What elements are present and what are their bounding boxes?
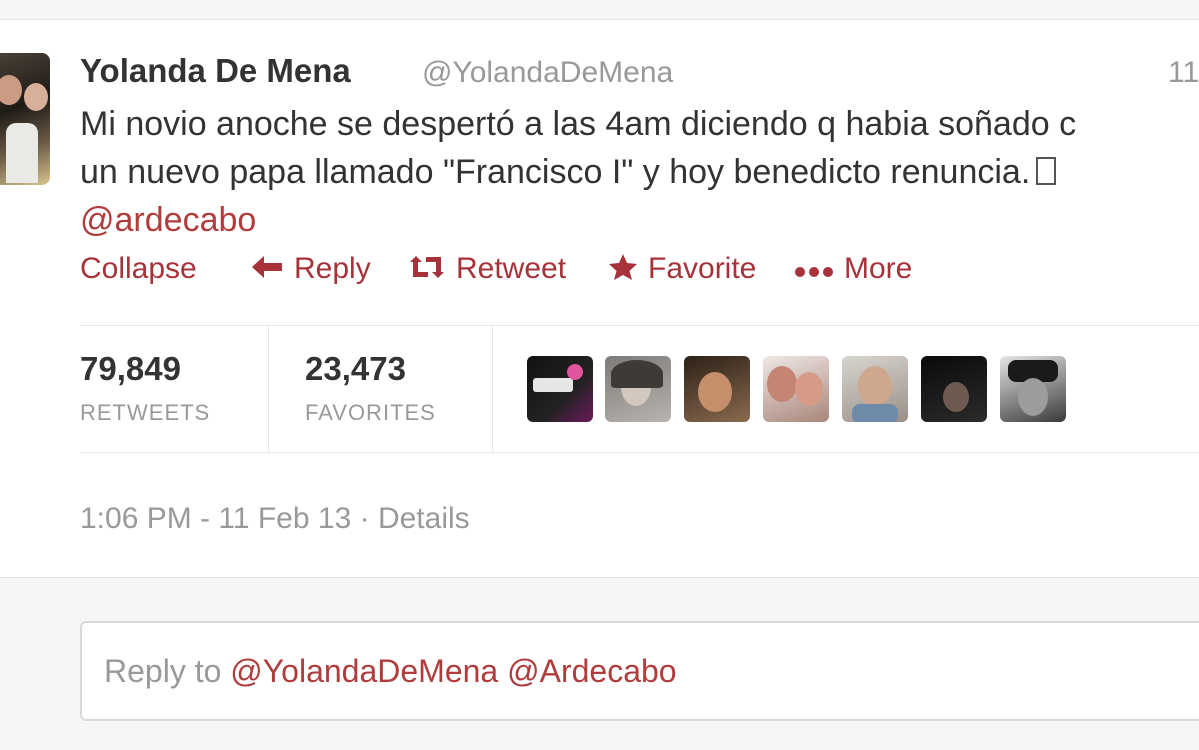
divider bbox=[80, 452, 1199, 453]
tweet-text-line-content: un nuevo papa llamado "Francisco I" y ho… bbox=[80, 153, 1031, 191]
avatar-shirt bbox=[6, 123, 38, 183]
author-handle[interactable]: @YolandaDeMena bbox=[422, 56, 673, 90]
favoriter-avatar[interactable] bbox=[921, 356, 987, 422]
favorites-count[interactable]: 23,473 bbox=[305, 350, 406, 388]
retweets-label[interactable]: RETWEETS bbox=[80, 400, 210, 426]
favoriter-avatar[interactable] bbox=[684, 356, 750, 422]
tweet-timestamp[interactable]: 11 bbox=[1168, 56, 1199, 90]
tweet-text-line: un nuevo papa llamado "Francisco I" y ho… bbox=[80, 148, 1199, 196]
collapse-label: Collapse bbox=[80, 252, 197, 285]
more-dots-icon bbox=[794, 256, 834, 282]
favorites-label[interactable]: FAVORITES bbox=[305, 400, 436, 426]
stats-separator bbox=[268, 326, 269, 452]
reply-label: Reply bbox=[294, 252, 371, 285]
tweet-mention-link[interactable]: @ardecabo bbox=[80, 196, 1199, 244]
favoriter-avatar[interactable] bbox=[527, 356, 593, 422]
retweets-count[interactable]: 79,849 bbox=[80, 350, 181, 388]
reply-arrow-icon bbox=[250, 254, 284, 284]
details-link[interactable]: Details bbox=[378, 502, 470, 535]
more-button[interactable]: More bbox=[794, 252, 912, 286]
collapse-link[interactable]: Collapse bbox=[80, 252, 197, 286]
datetime-text[interactable]: 1:06 PM - 11 Feb 13 bbox=[80, 502, 351, 535]
tweet-text-line: Mi novio anoche se despertó a las 4am di… bbox=[80, 105, 1077, 143]
tweet-page: Yolanda De Mena @YolandaDeMena 11 Mi nov… bbox=[0, 0, 1199, 750]
favoriter-avatar[interactable] bbox=[763, 356, 829, 422]
favoriter-avatar[interactable] bbox=[605, 356, 671, 422]
reply-area: Reply to @YolandaDeMena @Ardecabo bbox=[0, 577, 1199, 750]
tweet-text: Mi novio anoche se despertó a las 4am di… bbox=[80, 100, 1199, 244]
divider bbox=[80, 325, 1199, 326]
datetime-separator: · bbox=[359, 502, 370, 535]
author-avatar[interactable] bbox=[0, 53, 50, 185]
top-bar bbox=[0, 0, 1199, 20]
retweet-icon bbox=[408, 254, 446, 284]
tweet-datetime: 1:06 PM - 11 Feb 13 · Details bbox=[80, 502, 470, 536]
star-icon bbox=[608, 253, 638, 285]
reply-input[interactable]: Reply to @YolandaDeMena @Ardecabo bbox=[80, 621, 1199, 721]
favorite-label: Favorite bbox=[648, 252, 757, 285]
author-name[interactable]: Yolanda De Mena bbox=[80, 52, 351, 90]
retweet-button[interactable]: Retweet bbox=[408, 252, 566, 286]
avatar-face bbox=[24, 83, 48, 111]
stats-separator bbox=[492, 326, 493, 452]
avatar-face bbox=[0, 75, 22, 105]
reply-placeholder-prefix: Reply to bbox=[104, 653, 222, 689]
retweet-label: Retweet bbox=[456, 252, 567, 285]
reply-mention: @YolandaDeMena bbox=[230, 653, 499, 689]
reply-mention: @Ardecabo bbox=[507, 653, 677, 689]
favoriter-avatar[interactable] bbox=[842, 356, 908, 422]
favoriter-avatar[interactable] bbox=[1000, 356, 1066, 422]
missing-emoji-icon bbox=[1036, 157, 1057, 185]
reply-button[interactable]: Reply bbox=[250, 252, 371, 286]
favorite-button[interactable]: Favorite bbox=[608, 252, 756, 286]
more-label: More bbox=[844, 252, 913, 285]
